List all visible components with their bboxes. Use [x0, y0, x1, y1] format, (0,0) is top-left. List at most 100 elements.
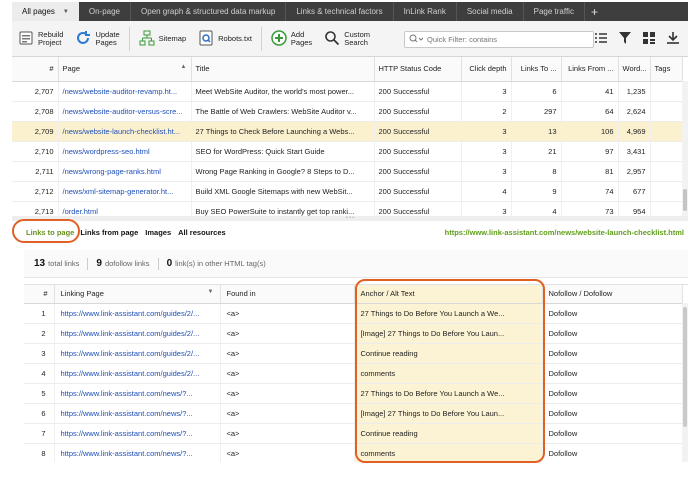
selected-page-url[interactable]: https://www.link-assistant.com/news/webs…	[445, 228, 684, 237]
cell-linking-page[interactable]: https://www.link-assistant.com/news/?...	[54, 443, 221, 462]
subtab-links-from-page[interactable]: Links from page	[80, 228, 138, 237]
tab-links-technical[interactable]: Links & technical factors	[286, 2, 394, 21]
rebuild-project-button[interactable]: Rebuild Project	[12, 24, 69, 54]
table-row[interactable]: 5 https://www.link-assistant.com/news/?..…	[24, 383, 683, 404]
col-page[interactable]: Page ▲	[58, 57, 192, 82]
cell-tags	[650, 181, 683, 202]
cell-page-url[interactable]: /news/website-auditor-revamp.ht...	[58, 81, 192, 102]
chevron-down-icon: ▼	[62, 8, 69, 15]
cell-tags	[650, 201, 683, 216]
cell-found-in: <a>	[220, 403, 355, 424]
add-pages-button[interactable]: Add Pages	[265, 24, 318, 54]
cell-page-url[interactable]: /order.html	[58, 201, 192, 216]
col-title[interactable]: Title	[191, 57, 375, 82]
table-row[interactable]: 2,712/news/xml-sitemap-generator.ht... Bu…	[12, 181, 683, 202]
tab-page-traffic[interactable]: Page traffic	[524, 2, 585, 21]
col-links-to[interactable]: Links To ...	[511, 57, 562, 82]
cell-follow-type: Dofollow	[542, 363, 683, 384]
table-row[interactable]: 2,709/news/website-launch-checklist.ht..…	[12, 121, 683, 142]
sitemap-label: Sitemap	[158, 33, 187, 43]
cell-page-url[interactable]: /news/website-launch-checklist.ht...	[58, 121, 192, 142]
links-vertical-scrollbar[interactable]	[682, 303, 688, 462]
cell-title: SEO for WordPress: Quick Start Guide	[191, 141, 375, 162]
export-download-icon[interactable]	[666, 30, 680, 46]
update-pages-button[interactable]: Update Pages	[69, 24, 125, 54]
cell-links-to: 13	[511, 121, 562, 142]
tab-all-pages[interactable]: All pages ▼	[12, 2, 79, 21]
cell-index: 4	[24, 363, 55, 384]
cell-linking-page[interactable]: https://www.link-assistant.com/guides/2/…	[54, 363, 221, 384]
subtab-all-resources[interactable]: All resources	[178, 228, 226, 237]
toolbar-right-actions	[594, 30, 680, 46]
tab-label: Open graph & structured data markup	[141, 7, 276, 16]
custom-search-button[interactable]: Custom Search	[318, 24, 376, 54]
table-row[interactable]: 3 https://www.link-assistant.com/guides/2…	[24, 343, 683, 364]
cell-linking-page[interactable]: https://www.link-assistant.com/news/?...	[54, 383, 221, 404]
cell-links-to: 4	[511, 201, 562, 216]
subtab-images[interactable]: Images	[145, 228, 171, 237]
cell-status: 200 Successful	[374, 161, 462, 182]
col-index[interactable]: #	[12, 57, 59, 82]
table-row[interactable]: 8 https://www.link-assistant.com/news/?..…	[24, 443, 683, 462]
col-words[interactable]: Word...	[618, 57, 651, 82]
cell-page-url[interactable]: /news/wordpress-seo.html	[58, 141, 192, 162]
cell-page-url[interactable]: /news/wrong-page-ranks.html	[58, 161, 192, 182]
scrollbar-thumb[interactable]	[683, 189, 687, 211]
col-index[interactable]: #	[24, 285, 55, 304]
cell-links-to: 6	[511, 81, 562, 102]
add-tab-icon[interactable]: +	[585, 2, 604, 21]
cell-page-url[interactable]: /news/website-auditor-versus-scre...	[58, 101, 192, 122]
col-found-in[interactable]: Found in	[220, 285, 355, 304]
links-summary-bar: 13 total links 9 dofollow links 0 link(s) i…	[24, 250, 688, 278]
tab-social-media[interactable]: Social media	[457, 2, 524, 21]
cell-linking-page[interactable]: https://www.link-assistant.com/guides/2/…	[54, 303, 221, 324]
col-linking-page[interactable]: Linking Page ▼	[54, 285, 221, 304]
cell-found-in: <a>	[220, 443, 355, 462]
sitemap-button[interactable]: Sitemap	[133, 24, 193, 54]
table-row[interactable]: 2,713/order.html Buy SEO PowerSuite to in…	[12, 201, 683, 216]
scrollbar-thumb[interactable]	[683, 307, 687, 427]
col-nofollow-dofollow[interactable]: Nofollow / Dofollow	[542, 285, 683, 304]
sort-desc-icon: ▼	[207, 289, 214, 296]
cell-page-url[interactable]: /news/xml-sitemap-generator.ht...	[58, 181, 192, 202]
cell-tags	[650, 161, 683, 182]
tab-label: Page traffic	[533, 7, 574, 16]
columns-grid-icon[interactable]	[642, 30, 656, 46]
table-row[interactable]: 2,707/news/website-auditor-revamp.ht... M…	[12, 81, 683, 102]
col-tags[interactable]: Tags	[650, 57, 683, 82]
pages-vertical-scrollbar[interactable]	[682, 81, 688, 216]
robots-file-icon	[198, 30, 214, 48]
pages-table: # Page ▲ Title HTTP Status Code Click dep…	[12, 57, 688, 216]
cell-linking-page[interactable]: https://www.link-assistant.com/news/?...	[54, 403, 221, 424]
tab-label: On-page	[88, 7, 121, 16]
cell-follow-type: Dofollow	[542, 323, 683, 344]
cell-linking-page[interactable]: https://www.link-assistant.com/guides/2/…	[54, 343, 221, 364]
col-click-depth[interactable]: Click depth	[461, 57, 512, 82]
cell-linking-page[interactable]: https://www.link-assistant.com/guides/2/…	[54, 323, 221, 344]
table-row[interactable]: 2 https://www.link-assistant.com/guides/2…	[24, 323, 683, 344]
quick-filter-box[interactable]	[404, 31, 594, 48]
tab-on-page[interactable]: On-page	[79, 2, 132, 21]
quick-filter-input[interactable]	[427, 35, 587, 44]
cell-found-in: <a>	[220, 323, 355, 344]
table-row[interactable]: 2,710/news/wordpress-seo.html SEO for Wor…	[12, 141, 683, 162]
cell-index: 7	[24, 423, 55, 444]
col-links-from[interactable]: Links From ...	[561, 57, 619, 82]
table-row[interactable]: 2,711/news/wrong-page-ranks.html Wrong Pa…	[12, 161, 683, 182]
filter-funnel-icon[interactable]	[618, 30, 632, 46]
cell-links-to: 8	[511, 161, 562, 182]
robots-txt-button[interactable]: Robots.txt	[192, 24, 258, 54]
table-row[interactable]: 4 https://www.link-assistant.com/guides/2…	[24, 363, 683, 384]
links-header-row: # Linking Page ▼ Found in Anchor / Alt Te…	[24, 285, 683, 304]
cell-follow-type: Dofollow	[542, 403, 683, 424]
table-row[interactable]: 1 https://www.link-assistant.com/guides/2…	[24, 303, 683, 324]
table-row[interactable]: 6 https://www.link-assistant.com/news/?..…	[24, 403, 683, 424]
table-row[interactable]: 2,708/news/website-auditor-versus-scre..…	[12, 101, 683, 122]
list-view-icon[interactable]	[594, 30, 608, 46]
cell-word-count: 4,969	[618, 121, 651, 142]
col-http-status[interactable]: HTTP Status Code	[374, 57, 462, 82]
cell-linking-page[interactable]: https://www.link-assistant.com/news/?...	[54, 423, 221, 444]
tab-open-graph[interactable]: Open graph & structured data markup	[131, 2, 287, 21]
table-row[interactable]: 7 https://www.link-assistant.com/news/?..…	[24, 423, 683, 444]
tab-inlink-rank[interactable]: InLink Rank	[394, 2, 457, 21]
